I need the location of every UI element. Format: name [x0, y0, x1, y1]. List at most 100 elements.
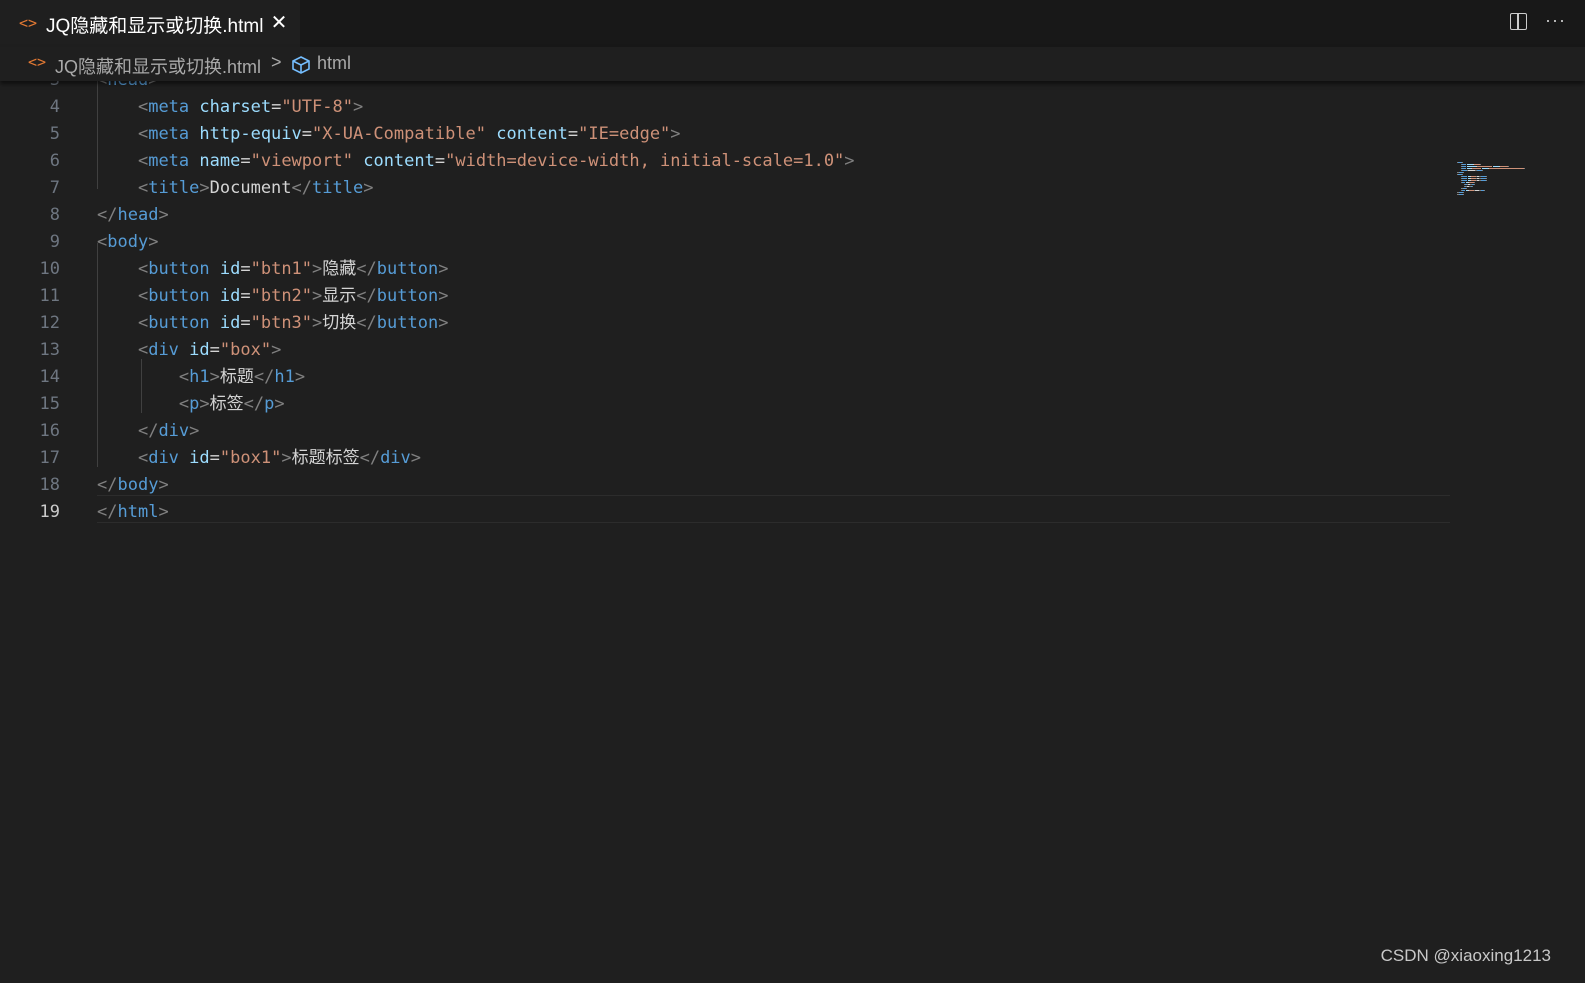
- code-token: id: [189, 448, 210, 468]
- code-token: id: [219, 313, 241, 333]
- code-line[interactable]: 19 </html>: [0, 499, 1450, 526]
- code-token: "box": [219, 340, 272, 360]
- code-token: div: [380, 448, 411, 468]
- code-token: </: [291, 178, 313, 198]
- code-token: >: [438, 313, 449, 333]
- code-token: button: [376, 286, 439, 306]
- code-token: =: [209, 340, 220, 360]
- code-token: =: [240, 259, 251, 279]
- code-token: </: [97, 205, 118, 225]
- code-token: </: [137, 421, 159, 441]
- more-actions-icon[interactable]: ···: [1545, 10, 1566, 31]
- code-text: </body>: [97, 472, 169, 499]
- code-token: div: [158, 421, 190, 441]
- code-token: >: [670, 124, 681, 144]
- code-line[interactable]: 4 <meta charset="UTF-8">: [0, 94, 1450, 121]
- code-line[interactable]: 13 <div id="box">: [0, 337, 1450, 364]
- watermark: CSDN @xiaoxing1213: [1380, 946, 1551, 965]
- code-token: <: [137, 340, 149, 360]
- split-editor-icon[interactable]: [1510, 13, 1527, 30]
- breadcrumb-file[interactable]: JQ隐藏和显示或切换.html: [55, 53, 261, 79]
- code-line[interactable]: 14 <h1>标题</h1>: [0, 364, 1450, 391]
- code-token: 显示: [322, 286, 357, 306]
- code-editor[interactable]: 3 < head >4 <meta charset="UTF-8">5 <meta h…: [0, 81, 1585, 983]
- code-token: =: [434, 151, 446, 171]
- minimap-mark: [1482, 170, 1483, 171]
- code-line[interactable]: 11 <button id="btn2">显示</button>: [0, 283, 1450, 310]
- breadcrumb: <> JQ隐藏和显示或切换.html > html: [0, 47, 1585, 81]
- code-text: <meta charset="UTF-8">: [97, 94, 363, 121]
- code-line[interactable]: 15 <p>标签</p>: [0, 391, 1450, 418]
- code-token: >: [148, 232, 159, 252]
- code-token: >: [312, 313, 323, 333]
- code-line[interactable]: 12 <button id="btn3">切换</button>: [0, 310, 1450, 337]
- code-token: =: [209, 448, 220, 468]
- code-token: id: [189, 340, 210, 360]
- line-number: 6: [49, 151, 60, 171]
- chevron-right-icon: >: [271, 52, 282, 72]
- code-token: meta: [148, 124, 190, 144]
- breadcrumb-symbol[interactable]: html: [317, 53, 351, 74]
- code-line[interactable]: 6 <meta name="viewport" content="width=d…: [0, 148, 1450, 175]
- tab-title: JQ隐藏和显示或切换.html: [46, 16, 264, 37]
- code-line[interactable]: 16 </div>: [0, 418, 1450, 445]
- code-line[interactable]: 18 </body>: [0, 472, 1450, 499]
- code-token: "btn3": [250, 313, 313, 333]
- code-token: meta: [148, 151, 190, 171]
- minimap-mark: [1462, 168, 1466, 169]
- close-icon[interactable]: ✕: [268, 11, 290, 35]
- code-token: h1: [274, 367, 295, 387]
- code-token: <: [137, 178, 149, 198]
- code-token: title: [148, 178, 200, 198]
- code-token: head: [117, 205, 159, 225]
- line-number: 8: [49, 205, 60, 225]
- code-token: =: [271, 97, 282, 117]
- code-line[interactable]: 8 </head>: [0, 202, 1450, 229]
- minimap-mark: [1463, 194, 1464, 195]
- code-line[interactable]: 10 <button id="btn1">隐藏</button>: [0, 256, 1450, 283]
- code-line[interactable]: 17 <div id="box1">标题标签</div>: [0, 445, 1450, 472]
- code-token: content: [363, 151, 435, 171]
- line-number: 9: [49, 232, 60, 252]
- minimap-mark: [1463, 172, 1464, 173]
- code-token: div: [148, 340, 179, 360]
- minimap-mark: [1472, 186, 1473, 187]
- code-token: "btn1": [250, 259, 313, 279]
- minimap-mark: [1480, 164, 1481, 165]
- code-token: <: [137, 259, 149, 279]
- code-token: p: [264, 394, 275, 414]
- code-token: <: [97, 81, 107, 90]
- minimap-mark: [1500, 166, 1508, 167]
- minimap[interactable]: [1455, 161, 1585, 201]
- code-token: </: [243, 394, 265, 414]
- code-text: </div>: [97, 418, 199, 445]
- code-token: button: [376, 313, 439, 333]
- code-token: body: [107, 232, 149, 252]
- code-token: 标签: [209, 394, 244, 414]
- line-number: 17: [39, 448, 60, 468]
- code-token: <: [178, 367, 190, 387]
- code-token: 标题: [219, 367, 254, 387]
- code-line[interactable]: 9 <body>: [0, 229, 1450, 256]
- code-line[interactable]: 5 <meta http-equiv="X-UA-Compatible" con…: [0, 121, 1450, 148]
- editor-tab[interactable]: <> JQ隐藏和显示或切换.html ✕: [0, 0, 300, 47]
- minimap-mark: [1467, 166, 1476, 167]
- code-token: charset: [199, 97, 272, 117]
- code-token: >: [199, 178, 210, 198]
- code-line[interactable]: 3 <head>: [0, 81, 1450, 94]
- tab-bar: <> JQ隐藏和显示或切换.html ✕ ···: [0, 0, 1585, 47]
- line-number: 16: [39, 421, 60, 441]
- code-line[interactable]: 7 <title>Document</title>: [0, 175, 1450, 202]
- line-number: 3: [0, 81, 60, 94]
- code-text: <button id="btn2">显示</button>: [97, 283, 448, 310]
- code-text: <div id="box">: [97, 337, 281, 364]
